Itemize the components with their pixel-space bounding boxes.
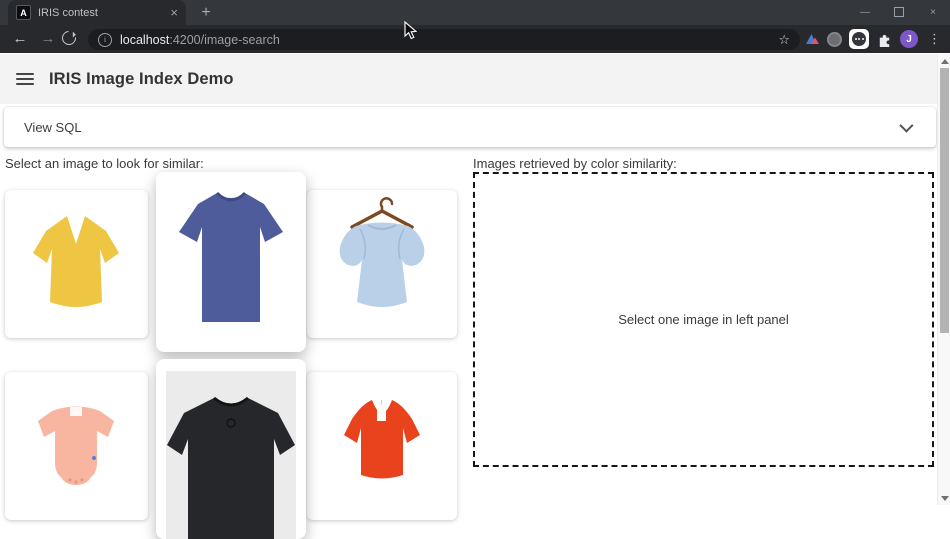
app-header: IRIS Image Index Demo [0,54,937,104]
scrollbar-down-arrow[interactable] [941,496,949,501]
back-button[interactable]: ← [8,27,32,51]
tab-favicon-icon: A [16,5,31,20]
lightblue-blouse-image [307,190,457,338]
extension-dots-icon[interactable] [849,29,869,49]
forward-button[interactable]: → [36,27,60,51]
hamburger-menu-icon[interactable] [16,73,34,85]
tab-close-icon[interactable]: × [170,6,178,19]
window-controls: — × [848,0,950,25]
garment-shape [38,407,114,486]
window-maximize-button[interactable] [882,0,916,25]
gallery-item-blue-tshirt[interactable] [156,172,306,352]
site-info-icon[interactable]: i [98,33,112,47]
right-panel-label: Images retrieved by color similarity: [473,156,677,171]
scrollbar-thumb[interactable] [940,68,949,333]
url-text[interactable]: localhost:4200/image-search [120,33,280,47]
url-host: localhost [120,33,169,47]
url-path: :4200/image-search [169,33,279,47]
hanger-shape [381,198,392,211]
browser-tab[interactable]: A IRIS contest × [8,0,186,25]
black-tshirt-image [156,359,306,539]
orange-crop-top-image [307,372,457,520]
browser-menu-icon[interactable]: ⋮ [925,27,944,51]
gallery-item-orange-crop-top[interactable] [307,372,457,520]
gallery-item-black-tshirt[interactable] [156,359,306,539]
similarity-results-dropzone: Select one image in left panel [473,172,934,467]
empty-results-message: Select one image in left panel [618,312,789,327]
gallery-item-yellow-vneck-top[interactable] [5,190,148,338]
page-scrollbar[interactable] [937,54,950,505]
garment-shape [33,216,119,307]
extension-logo-icon[interactable] [804,31,820,47]
page-title: IRIS Image Index Demo [49,70,234,89]
extension-gray-icon[interactable] [827,32,842,47]
garment-shape [340,223,425,308]
address-bar[interactable]: i localhost:4200/image-search ☆ [88,29,800,50]
blue-tshirt-image [156,172,306,352]
browser-tab-strip: A IRIS contest × + — × [0,0,950,25]
view-sql-label: View SQL [24,120,82,135]
profile-avatar[interactable]: J [900,30,918,48]
new-tab-button[interactable]: + [194,2,218,23]
yellow-vneck-top-image [5,190,148,338]
garment-shape [179,193,283,322]
peach-onesie-image [5,372,148,520]
scrollbar-up-arrow[interactable] [941,59,949,64]
gallery-item-peach-onesie[interactable] [5,372,148,520]
extensions-row: J ⋮ [804,27,944,51]
gallery-item-lightblue-blouse[interactable] [307,190,457,338]
window-minimize-button[interactable]: — [848,0,882,25]
extensions-puzzle-icon[interactable] [876,31,893,48]
view-sql-expansion-panel[interactable]: View SQL [4,107,936,147]
tab-title: IRIS contest [38,7,163,19]
bookmark-star-icon[interactable]: ☆ [778,32,790,48]
maximize-icon [894,7,904,17]
chevron-down-icon [899,119,913,133]
left-panel-label: Select an image to look for similar: [5,156,204,171]
window-close-button[interactable]: × [916,0,950,25]
